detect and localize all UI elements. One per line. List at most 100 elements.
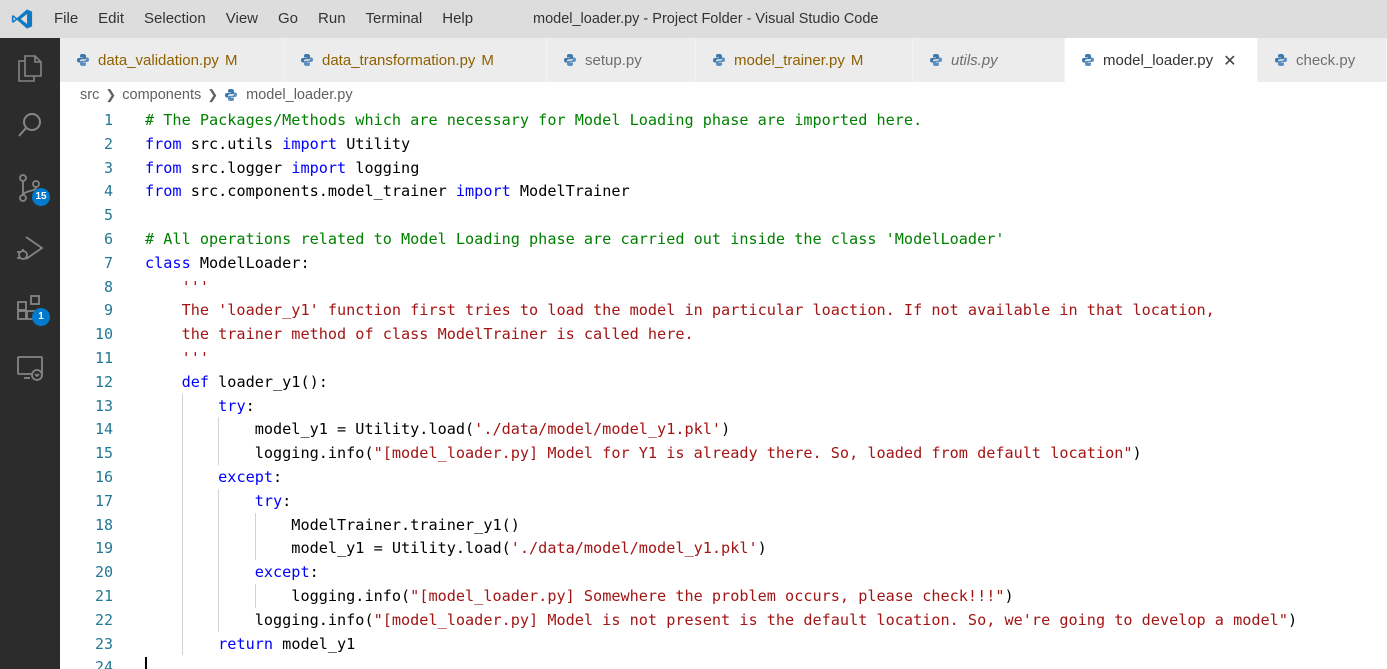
code-line[interactable]: 1 # The Packages/Methods which are necess…	[60, 108, 1387, 132]
indent-guide	[254, 512, 256, 561]
vscode-logo-icon	[0, 0, 44, 38]
tab-utils[interactable]: utils.py	[913, 38, 1065, 82]
code-editor[interactable]: 1 # The Packages/Methods which are necess…	[60, 108, 1387, 669]
code-line[interactable]: 10 the trainer method of class ModelTrai…	[60, 322, 1387, 346]
code-token: './data/model/model_y1.pkl'	[510, 539, 758, 558]
code-token: # The Packages/Methods which are necessa…	[145, 111, 923, 129]
remote-explorer-icon[interactable]	[10, 348, 50, 388]
code-line[interactable]: 20 except:	[60, 560, 1387, 584]
menu-edit[interactable]: Edit	[88, 0, 134, 38]
code-token: '''	[145, 277, 210, 296]
code-text: model_y1 = Utility.load('./data/model/mo…	[145, 536, 767, 560]
code-line[interactable]: 4 from src.components.model_trainer impor…	[60, 179, 1387, 203]
code-token: :	[245, 396, 255, 415]
line-number: 8	[103, 277, 113, 296]
tab-data-validation[interactable]: data_validation.py M	[60, 38, 284, 82]
code-token: :	[273, 468, 283, 486]
line-number: 2	[103, 134, 113, 153]
menu-run[interactable]: Run	[308, 0, 356, 38]
code-token: import	[282, 134, 338, 153]
code-token: def	[181, 372, 210, 391]
code-line[interactable]: 6 # All operations related to Model Loadi…	[60, 227, 1387, 251]
code-line[interactable]: 23 return model_y1	[60, 632, 1387, 656]
code-line[interactable]: 3 from src.logger import logging	[60, 156, 1387, 180]
code-line[interactable]: 14 model_y1 = Utility.load('./data/model…	[60, 417, 1387, 441]
menu-view[interactable]: View	[216, 0, 268, 38]
code-text: # The Packages/Methods which are necessa…	[145, 108, 922, 132]
tab-label: model_trainer.py	[734, 51, 845, 69]
breadcrumb-components[interactable]: components	[122, 87, 201, 103]
breadcrumb: src ❯ components ❯ model_loader.py	[80, 82, 353, 108]
activity-bar: 15 1	[0, 38, 60, 669]
tab-label: data_transformation.py	[322, 51, 476, 69]
breadcrumb-src[interactable]: src	[80, 87, 99, 103]
menu-terminal[interactable]: Terminal	[356, 0, 433, 38]
code-line[interactable]: 8 '''	[60, 275, 1387, 299]
code-token: '''	[145, 349, 210, 367]
tab-check[interactable]: check.py	[1258, 38, 1387, 82]
menu-go[interactable]: Go	[268, 0, 308, 38]
code-text: the trainer method of class ModelTrainer…	[145, 322, 694, 346]
code-token: from	[145, 158, 182, 177]
code-token: )	[1004, 587, 1014, 605]
code-token: import	[455, 182, 511, 201]
python-file-icon	[1081, 53, 1095, 67]
python-file-icon	[929, 53, 943, 67]
code-token: try	[254, 491, 283, 510]
code-text: from src.utils import Utility	[145, 132, 410, 156]
code-token: "[model_loader.py] Somewhere the problem…	[410, 587, 1005, 605]
python-file-icon	[224, 88, 238, 102]
code-line[interactable]: 16 except:	[60, 465, 1387, 489]
menu-selection[interactable]: Selection	[134, 0, 216, 38]
code-line[interactable]: 5	[60, 203, 1387, 227]
code-line[interactable]: 9 The 'loader_y1' function first tries t…	[60, 298, 1387, 322]
line-number: 3	[103, 158, 113, 177]
code-line[interactable]: 24	[60, 655, 1387, 669]
run-debug-icon[interactable]	[10, 228, 50, 268]
code-line[interactable]: 17 try:	[60, 489, 1387, 513]
indent-guide	[254, 584, 256, 608]
code-token: src.components.model_trainer	[181, 182, 456, 201]
breadcrumb-file[interactable]: model_loader.py	[246, 87, 352, 103]
close-icon[interactable]: ✕	[1223, 51, 1236, 70]
python-file-icon	[76, 53, 90, 67]
menu-help[interactable]: Help	[432, 0, 483, 38]
code-token: model_y1 = Utility.load(	[145, 420, 475, 439]
tab-model-trainer[interactable]: model_trainer.py M	[696, 38, 913, 82]
extensions-icon[interactable]: 1	[10, 288, 50, 328]
tab-model-loader[interactable]: model_loader.py ✕	[1065, 38, 1258, 82]
line-number: 23	[94, 634, 113, 653]
source-control-icon[interactable]: 15	[10, 168, 50, 208]
modified-indicator: M	[481, 51, 494, 69]
code-line[interactable]: 19 model_y1 = Utility.load('./data/model…	[60, 536, 1387, 560]
code-text: '''	[145, 275, 209, 299]
code-line[interactable]: 7 class ModelLoader:	[60, 251, 1387, 275]
code-line[interactable]: 12 def loader_y1():	[60, 370, 1387, 394]
code-token: )	[1287, 610, 1298, 629]
tab-setup[interactable]: setup.py	[547, 38, 696, 82]
code-line[interactable]: 15 logging.info("[model_loader.py] Model…	[60, 441, 1387, 465]
search-icon[interactable]	[10, 106, 50, 146]
line-number: 20	[94, 563, 113, 582]
code-line[interactable]: 11 '''	[60, 346, 1387, 370]
code-token: src.logger	[181, 158, 292, 177]
menu-file[interactable]: File	[44, 0, 88, 38]
code-token: class	[145, 253, 191, 272]
code-text: return model_y1	[145, 632, 355, 656]
code-line[interactable]: 22 logging.info("[model_loader.py] Model…	[60, 608, 1387, 632]
code-line[interactable]: 2 from src.utils import Utility	[60, 132, 1387, 156]
tab-label: setup.py	[585, 51, 642, 69]
code-line[interactable]: 13 try:	[60, 394, 1387, 418]
explorer-icon[interactable]	[10, 48, 50, 88]
line-number: 19	[94, 539, 113, 558]
code-token: model_y1	[273, 634, 356, 653]
tab-data-transformation[interactable]: data_transformation.py M	[284, 38, 547, 82]
code-line[interactable]: 18 ModelTrainer.trainer_y1()	[60, 513, 1387, 537]
code-token: from	[145, 134, 182, 153]
code-text: logging.info("[model_loader.py] Model is…	[145, 608, 1297, 632]
code-line[interactable]: 21 logging.info("[model_loader.py] Somew…	[60, 584, 1387, 608]
code-token: logging.info(	[145, 587, 411, 605]
code-text: model_y1 = Utility.load('./data/model/mo…	[145, 417, 731, 441]
